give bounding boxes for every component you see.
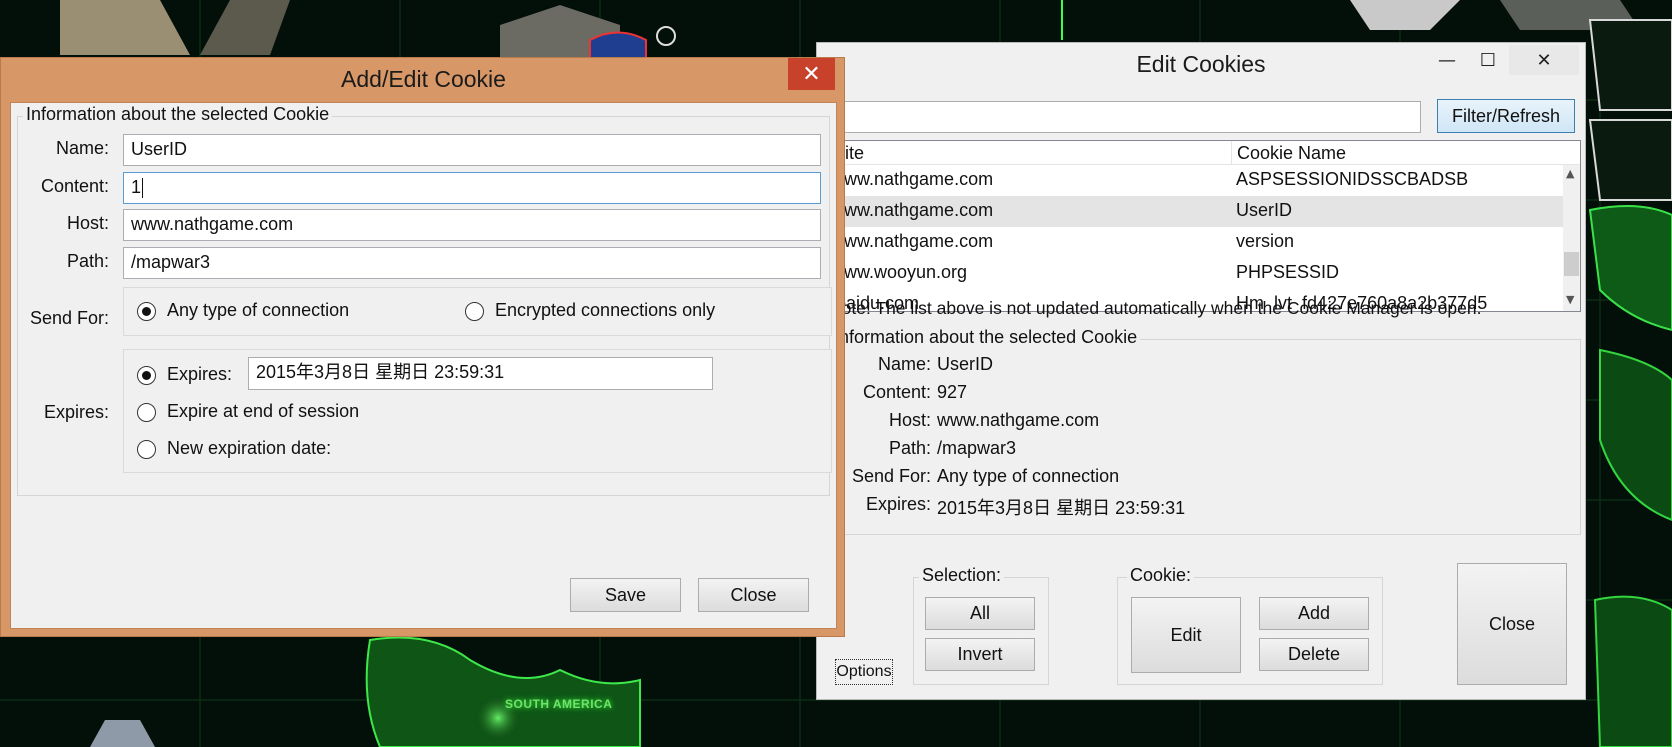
new-expiration-radio[interactable] xyxy=(137,440,156,459)
scroll-thumb[interactable] xyxy=(1564,252,1579,276)
row-cookie-name: PHPSESSID xyxy=(1236,262,1340,282)
close-icon: ✕ xyxy=(802,61,821,87)
filter-refresh-button[interactable]: Filter/Refresh xyxy=(1437,99,1575,133)
text-cursor xyxy=(142,178,144,199)
list-row-selected[interactable]: www.nathgame.com UserID xyxy=(828,196,1564,227)
dialog-close-button[interactable]: ✕ xyxy=(788,58,835,90)
path-label: Path: xyxy=(66,251,109,271)
row-site: www.wooyun.org xyxy=(831,262,968,282)
expires-date-field[interactable]: 2015年3月8日 星期日 23:59:31 xyxy=(248,357,713,390)
invert-selection-button[interactable]: Invert xyxy=(925,638,1035,671)
cookie-list[interactable]: Site Cookie Name www.nathgame.com ASPSES… xyxy=(827,140,1581,312)
close-button[interactable]: Close xyxy=(1457,563,1567,685)
list-row[interactable]: www.nathgame.com ASPSESSIONIDSSCBADSB xyxy=(828,165,1564,196)
list-row[interactable]: www.nathgame.com version xyxy=(828,227,1564,258)
add-edit-cookie-dialog: Add/Edit Cookie ✕ Information about the … xyxy=(0,57,845,637)
column-header-site[interactable]: Site xyxy=(828,141,1232,165)
expire-session-label[interactable]: Expire at end of session xyxy=(167,401,359,422)
expire-session-radio[interactable] xyxy=(137,403,156,422)
map-label-south-america: SOUTH AMERICA xyxy=(505,697,613,711)
content-field-value: 1 xyxy=(131,177,142,197)
save-button[interactable]: Save xyxy=(570,578,681,612)
expires-option-label[interactable]: Expires: xyxy=(167,364,232,385)
content-field[interactable]: 1 xyxy=(123,172,821,204)
host-field[interactable]: www.nathgame.com xyxy=(123,209,821,241)
row-cookie-name: version xyxy=(1236,231,1295,251)
host-label: Host: xyxy=(66,213,109,233)
scroll-down-icon[interactable]: ▼ xyxy=(1566,293,1574,306)
selection-legend: Selection: xyxy=(919,565,1005,586)
refresh-note: Note! The list above is not updated auto… xyxy=(829,298,1482,318)
scroll-up-icon[interactable]: ▲ xyxy=(1566,167,1574,180)
row-cookie-name: ASPSESSIONIDSSCBADSB xyxy=(1236,169,1469,189)
list-row[interactable]: www.wooyun.org PHPSESSID xyxy=(828,258,1564,289)
add-cookie-button[interactable]: Add xyxy=(1259,597,1369,630)
name-label: Name: xyxy=(55,138,109,158)
expires-radio[interactable] xyxy=(137,366,156,385)
info-sendfor-value: Any type of connection xyxy=(937,466,1120,486)
select-all-button[interactable]: All xyxy=(925,597,1035,630)
info-name-value: UserID xyxy=(937,354,994,374)
path-field[interactable]: /mapwar3 xyxy=(123,247,821,279)
delete-cookie-button[interactable]: Delete xyxy=(1259,638,1369,671)
close-button[interactable]: Close xyxy=(698,578,809,612)
title-bar[interactable]: Edit Cookies — ☐ ✕ xyxy=(817,43,1585,89)
minimize-button[interactable]: — xyxy=(1427,45,1467,75)
row-site: www.nathgame.com xyxy=(831,200,994,220)
sendfor-label: Send For: xyxy=(29,308,109,328)
sendfor-any-radio[interactable] xyxy=(137,302,156,321)
close-window-button[interactable]: ✕ xyxy=(1509,45,1579,75)
info-group-legend: Information about the selected Cookie xyxy=(831,327,1141,348)
dialog-client-area: Information about the selected Cookie Na… xyxy=(10,102,837,629)
expires-label: Expires: xyxy=(43,402,109,422)
row-site: www.nathgame.com xyxy=(831,169,994,189)
content-label: Content: xyxy=(40,176,109,196)
column-header-cookie-name[interactable]: Cookie Name xyxy=(1232,141,1562,165)
info-expires-value: 2015年3月8日 星期日 23:59:31 xyxy=(937,498,1186,518)
new-expiration-label[interactable]: New expiration date: xyxy=(167,438,331,459)
filter-input[interactable] xyxy=(827,101,1421,133)
cookie-legend: Cookie: xyxy=(1127,565,1195,586)
name-field[interactable]: UserID xyxy=(123,134,821,166)
maximize-button[interactable]: ☐ xyxy=(1468,45,1508,75)
info-host-value: www.nathgame.com xyxy=(937,410,1100,430)
sendfor-encrypted-label[interactable]: Encrypted connections only xyxy=(495,300,715,321)
edit-cookie-button[interactable]: Edit xyxy=(1131,597,1241,673)
list-scrollbar[interactable]: ▲ ▼ xyxy=(1563,165,1580,311)
row-site: www.nathgame.com xyxy=(831,231,994,251)
info-group-legend: Information about the selected Cookie xyxy=(23,104,333,125)
sendfor-encrypted-radio[interactable] xyxy=(465,302,484,321)
edit-cookies-window: Edit Cookies — ☐ ✕ Filter/Refresh Site C… xyxy=(816,42,1586,700)
info-content-value: 927 xyxy=(937,382,968,402)
dialog-title: Add/Edit Cookie xyxy=(341,66,506,92)
info-path-value: /mapwar3 xyxy=(937,438,1017,458)
options-button[interactable]: Options xyxy=(835,659,893,685)
sendfor-any-label[interactable]: Any type of connection xyxy=(167,300,349,321)
list-header: Site Cookie Name xyxy=(828,141,1580,165)
row-cookie-name: UserID xyxy=(1236,200,1293,220)
